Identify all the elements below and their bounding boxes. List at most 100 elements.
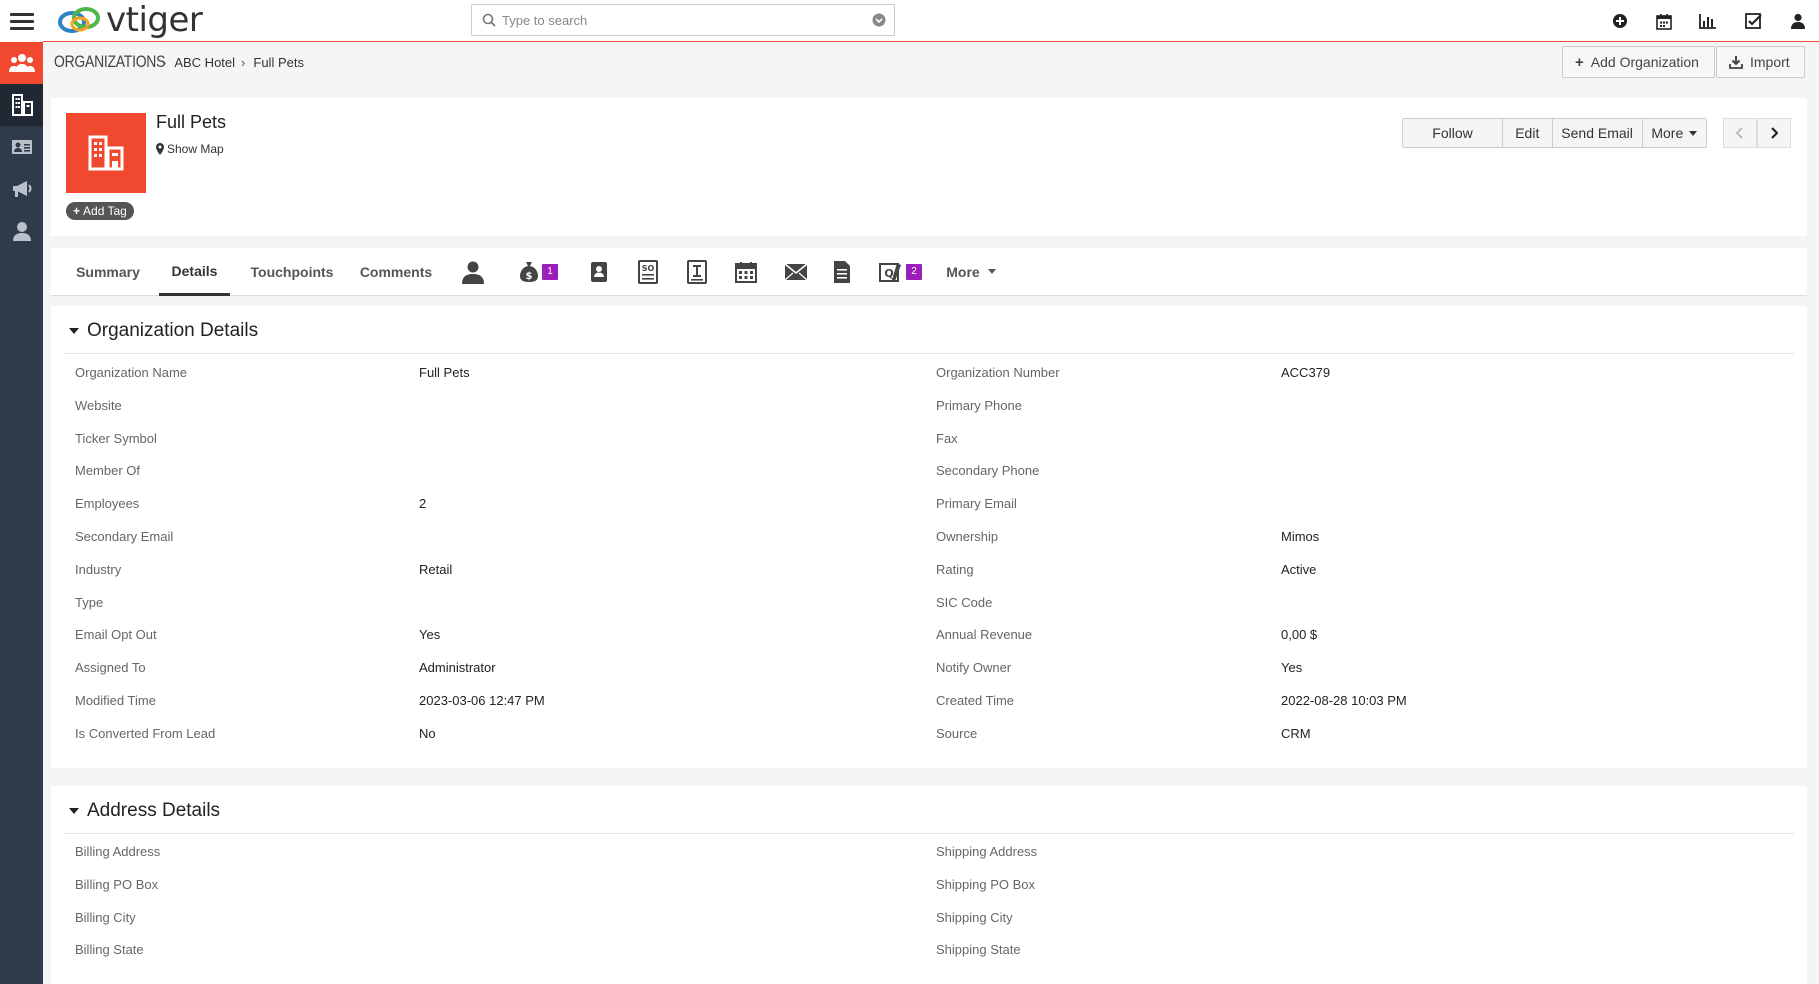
breadcrumb-module[interactable]: ORGANIZATIONS xyxy=(54,52,165,72)
quotes-tab-icon[interactable]: Q 2 xyxy=(879,260,922,284)
field-row: Ticker Symbol Fax xyxy=(51,431,1807,451)
field-value[interactable]: 2 xyxy=(419,496,426,511)
show-map-link[interactable]: Show Map xyxy=(156,142,224,156)
contact-book-tab-icon[interactable] xyxy=(590,260,608,284)
field-row: Billing State Shipping State xyxy=(51,942,1807,962)
svg-text:$: $ xyxy=(526,271,533,282)
tab-summary[interactable]: Summary xyxy=(63,248,153,295)
menu-toggle-button[interactable] xyxy=(0,0,43,42)
field-row: Employees 2 Primary Email xyxy=(51,496,1807,516)
divider xyxy=(64,833,1794,834)
field-label: SIC Code xyxy=(936,594,993,610)
calendar-tab-icon[interactable] xyxy=(735,260,757,284)
add-organization-label: Add Organization xyxy=(1590,54,1699,70)
field-label: Billing State xyxy=(75,942,144,958)
tab-more-label: More xyxy=(946,263,980,280)
field-row: Billing Address Shipping Address xyxy=(51,844,1807,864)
address-details-toggle[interactable]: Address Details xyxy=(69,800,220,822)
field-label: Organization Name xyxy=(75,365,187,380)
tasks-icon[interactable] xyxy=(1745,12,1763,30)
address-details-block: Address Details Billing Address Shipping … xyxy=(51,786,1807,984)
edit-button[interactable]: Edit xyxy=(1503,119,1553,147)
download-icon xyxy=(1729,56,1743,69)
field-value[interactable]: CRM xyxy=(1281,726,1311,741)
field-label: Primary Email xyxy=(936,496,1017,512)
potentials-count-badge: 1 xyxy=(542,264,558,280)
field-value[interactable]: 0,00 $ xyxy=(1281,627,1317,642)
breadcrumb-current: Full Pets xyxy=(253,54,304,70)
breadcrumb-parent[interactable]: ABC Hotel xyxy=(174,55,235,70)
search-options-icon[interactable] xyxy=(872,13,886,27)
user-icon[interactable] xyxy=(1789,12,1807,30)
hamburger-icon xyxy=(9,11,34,32)
contacts-icon[interactable] xyxy=(0,42,43,84)
chevron-right-icon xyxy=(1771,127,1778,139)
potentials-tab-icon[interactable]: $ 1 xyxy=(519,260,558,284)
caret-down-icon xyxy=(1689,130,1698,136)
tab-touchpoints[interactable]: Touchpoints xyxy=(239,248,345,295)
record-name: Full Pets xyxy=(156,112,227,132)
calendar-icon[interactable] xyxy=(1655,12,1673,30)
svg-text:SO: SO xyxy=(642,264,655,273)
import-button[interactable]: Import xyxy=(1716,46,1805,78)
field-value[interactable]: No xyxy=(419,726,436,741)
field-label: Website xyxy=(75,397,122,413)
search-icon xyxy=(482,13,496,27)
global-search[interactable] xyxy=(471,4,895,36)
add-icon[interactable] xyxy=(1611,12,1629,30)
field-label: Shipping Address xyxy=(936,844,1038,859)
field-value[interactable]: ACC379 xyxy=(1281,365,1330,380)
next-record-button[interactable] xyxy=(1757,118,1791,148)
organization-details-toggle[interactable]: Organization Details xyxy=(69,320,258,342)
field-value[interactable]: 2022-08-28 10:03 PM xyxy=(1281,693,1407,708)
chevron-left-icon xyxy=(1736,127,1743,139)
field-value[interactable]: Retail xyxy=(419,562,452,577)
tab-more[interactable]: More xyxy=(941,248,1001,295)
field-row: Modified Time 2023-03-06 12:47 PM Created … xyxy=(51,693,1807,713)
vcard-icon[interactable] xyxy=(0,126,43,168)
contacts-tab-icon[interactable] xyxy=(461,260,485,284)
field-label: Industry xyxy=(75,561,122,577)
field-label: Ownership xyxy=(936,529,999,544)
follow-button[interactable]: Follow xyxy=(1403,119,1504,147)
organizations-icon[interactable] xyxy=(0,84,43,126)
field-value[interactable]: Full Pets xyxy=(419,365,470,380)
sales-order-tab-icon[interactable]: SO xyxy=(638,260,658,284)
field-value[interactable]: 2023-03-06 12:47 PM xyxy=(419,693,545,708)
building-icon xyxy=(88,135,124,171)
field-row: Email Opt Out Yes Annual Revenue 0,00 $ xyxy=(51,627,1807,647)
field-label: Ticker Symbol xyxy=(75,430,157,446)
megaphone-icon[interactable] xyxy=(0,168,43,210)
field-value[interactable]: Yes xyxy=(419,627,440,642)
field-row: Website Primary Phone xyxy=(51,398,1807,418)
field-value[interactable]: Mimos xyxy=(1281,529,1319,544)
field-label: Secondary Email xyxy=(75,529,174,544)
previous-record-button[interactable] xyxy=(1723,118,1757,148)
tab-comments[interactable]: Comments xyxy=(351,248,441,295)
chevron-right-icon: › xyxy=(241,54,246,70)
import-label: Import xyxy=(1750,54,1790,70)
caret-down-icon xyxy=(69,808,79,814)
field-label: Member Of xyxy=(75,463,141,479)
reports-icon[interactable] xyxy=(1699,12,1717,30)
search-input[interactable] xyxy=(502,5,852,35)
field-value[interactable]: Active xyxy=(1281,562,1316,577)
field-row: Billing PO Box Shipping PO Box xyxy=(51,877,1807,897)
send-email-button[interactable]: Send Email xyxy=(1553,119,1643,147)
field-label: Type xyxy=(75,594,104,610)
documents-tab-icon[interactable] xyxy=(833,260,851,284)
tab-details[interactable]: Details xyxy=(159,248,230,296)
field-value[interactable]: Yes xyxy=(1281,660,1302,675)
add-organization-button[interactable]: + Add Organization xyxy=(1562,46,1715,78)
invoice-tab-icon[interactable] xyxy=(687,260,707,284)
field-label: Primary Phone xyxy=(936,397,1022,413)
more-actions-button[interactable]: More xyxy=(1643,119,1706,147)
add-tag-button[interactable]: + Add Tag xyxy=(66,202,134,220)
field-label: Secondary Phone xyxy=(936,463,1040,479)
field-label: Modified Time xyxy=(75,693,156,708)
field-value[interactable]: Administrator xyxy=(419,660,496,675)
email-tab-icon[interactable] xyxy=(784,260,808,284)
vtiger-logo[interactable]: vtiger xyxy=(57,3,203,37)
person-icon[interactable] xyxy=(0,210,43,252)
show-map-label: Show Map xyxy=(167,142,224,156)
